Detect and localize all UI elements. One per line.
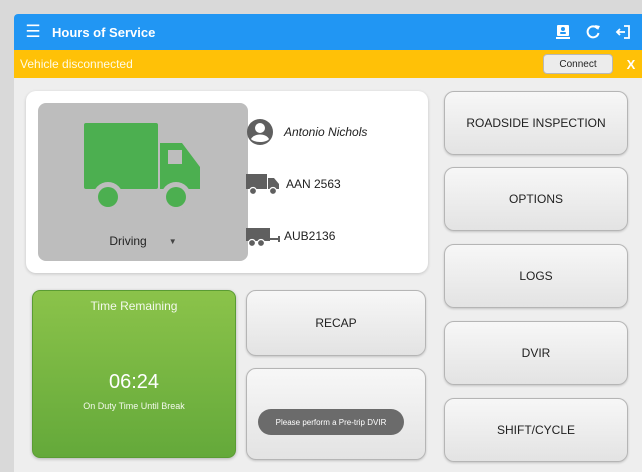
truck-icon <box>246 174 279 196</box>
time-remaining-subtitle: On Duty Time Until Break <box>83 401 185 411</box>
trailer-id: AUB2136 <box>284 229 336 243</box>
driver-avatar-icon <box>247 119 273 145</box>
dvir-button[interactable]: DVIR <box>444 321 628 385</box>
vehicle-row: AAN 2563 <box>246 169 341 199</box>
driver-name: Antonio Nichols <box>284 125 368 139</box>
trailer-icon <box>246 228 280 248</box>
connect-button[interactable]: Connect <box>543 54 613 74</box>
driver-row: Antonio Nichols <box>246 117 367 147</box>
shift-cycle-button[interactable]: SHIFT/CYCLE <box>444 398 628 462</box>
app-bar-actions <box>548 14 638 50</box>
time-remaining-card[interactable]: Time Remaining 06:24 On Duty Time Until … <box>32 290 236 458</box>
driver-info-card: Driving ▼ Antonio Nichols AAN 2563 AUB21… <box>26 91 428 273</box>
trailer-row: AUB2136 <box>246 221 335 251</box>
recap-button[interactable]: RECAP <box>246 290 426 356</box>
app-title: Hours of Service <box>52 24 156 40</box>
logs-button[interactable]: LOGS <box>444 244 628 308</box>
driver-download-icon[interactable] <box>548 14 578 50</box>
duty-status-panel[interactable]: Driving ▼ <box>38 103 248 261</box>
toast-message: Please perform a Pre-trip DVIR <box>258 409 404 435</box>
roadside-inspection-button[interactable]: ROADSIDE INSPECTION <box>444 91 628 155</box>
time-remaining-title: Time Remaining <box>90 299 178 313</box>
vehicle-id: AAN 2563 <box>286 177 341 191</box>
logout-icon[interactable] <box>608 14 638 50</box>
driving-truck-icon <box>84 123 200 212</box>
refresh-icon[interactable] <box>578 14 608 50</box>
hos-app-screen: ☰ Hours of Service Vehicle disconnected … <box>14 14 642 472</box>
dismiss-button[interactable]: X <box>623 54 639 74</box>
chevron-down-icon: ▼ <box>168 236 177 246</box>
connection-status-bar: Vehicle disconnected Connect X <box>14 50 642 78</box>
options-button[interactable]: OPTIONS <box>444 167 628 231</box>
app-bar: ☰ Hours of Service <box>14 14 642 50</box>
duty-status-dropdown[interactable]: Driving ▼ <box>38 231 248 251</box>
duty-status-label: Driving <box>109 234 147 248</box>
hamburger-menu-icon[interactable]: ☰ <box>14 14 52 50</box>
time-remaining-value: 06:24 <box>108 371 160 393</box>
connection-status-text: Vehicle disconnected <box>20 57 133 71</box>
